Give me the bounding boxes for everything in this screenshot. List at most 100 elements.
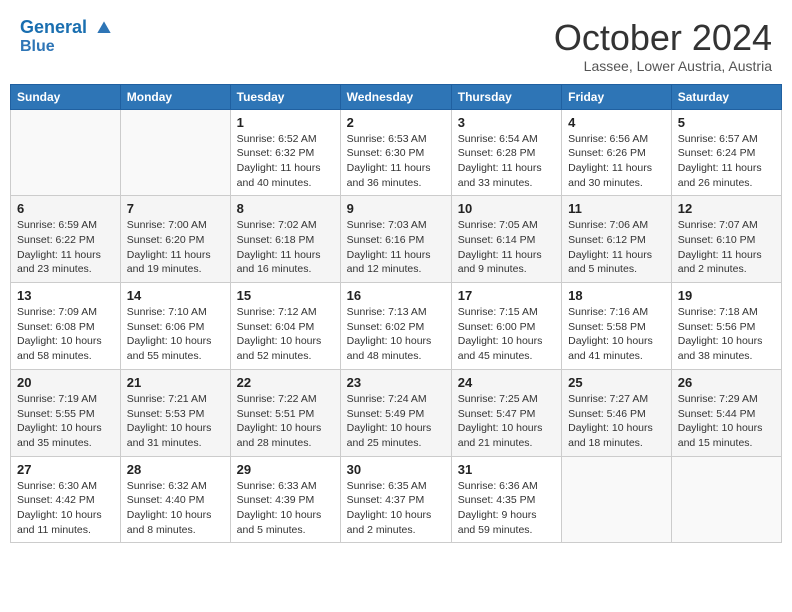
calendar-cell: 26 Sunrise: 7:29 AM Sunset: 5:44 PM Dayli… [671, 369, 781, 456]
calendar-cell: 21 Sunrise: 7:21 AM Sunset: 5:53 PM Dayli… [120, 369, 230, 456]
calendar-week-row: 27 Sunrise: 6:30 AM Sunset: 4:42 PM Dayli… [11, 456, 782, 543]
cell-info: Sunrise: 7:10 AM Sunset: 6:06 PM Dayligh… [127, 305, 224, 364]
weekday-header-cell: Friday [562, 84, 672, 109]
calendar-cell: 14 Sunrise: 7:10 AM Sunset: 6:06 PM Dayli… [120, 283, 230, 370]
day-number: 14 [127, 288, 224, 303]
day-number: 16 [347, 288, 445, 303]
cell-info: Sunrise: 7:09 AM Sunset: 6:08 PM Dayligh… [17, 305, 114, 364]
calendar-week-row: 6 Sunrise: 6:59 AM Sunset: 6:22 PM Daylig… [11, 196, 782, 283]
calendar-cell: 5Sunrise: 6:57 AM Sunset: 6:24 PM Daylig… [671, 109, 781, 196]
day-number: 22 [237, 375, 334, 390]
calendar-cell: 10Sunrise: 7:05 AM Sunset: 6:14 PM Dayli… [451, 196, 561, 283]
calendar-cell: 24Sunrise: 7:25 AM Sunset: 5:47 PM Dayli… [451, 369, 561, 456]
weekday-header-cell: Tuesday [230, 84, 340, 109]
cell-info: Sunrise: 6:53 AM Sunset: 6:30 PM Dayligh… [347, 132, 445, 191]
logo-text: General [20, 18, 114, 38]
day-number: 30 [347, 462, 445, 477]
calendar-body: 1Sunrise: 6:52 AM Sunset: 6:32 PM Daylig… [11, 109, 782, 543]
cell-info: Sunrise: 7:00 AM Sunset: 6:20 PM Dayligh… [127, 218, 224, 277]
calendar-cell: 4Sunrise: 6:56 AM Sunset: 6:26 PM Daylig… [562, 109, 672, 196]
day-number: 21 [127, 375, 224, 390]
calendar-cell [120, 109, 230, 196]
cell-info: Sunrise: 7:27 AM Sunset: 5:46 PM Dayligh… [568, 392, 665, 451]
calendar-cell: 20Sunrise: 7:19 AM Sunset: 5:55 PM Dayli… [11, 369, 121, 456]
calendar-cell: 18 Sunrise: 7:16 AM Sunset: 5:58 PM Dayli… [562, 283, 672, 370]
weekday-header-row: SundayMondayTuesdayWednesdayThursdayFrid… [11, 84, 782, 109]
calendar-cell: 29 Sunrise: 6:33 AM Sunset: 4:39 PM Dayli… [230, 456, 340, 543]
day-number: 13 [17, 288, 114, 303]
weekday-header-cell: Thursday [451, 84, 561, 109]
cell-info: Sunrise: 6:30 AM Sunset: 4:42 PM Dayligh… [17, 479, 114, 538]
calendar-cell: 9 Sunrise: 7:03 AM Sunset: 6:16 PM Daylig… [340, 196, 451, 283]
weekday-header-cell: Monday [120, 84, 230, 109]
day-number: 12 [678, 201, 775, 216]
day-number: 26 [678, 375, 775, 390]
cell-info: Sunrise: 7:16 AM Sunset: 5:58 PM Dayligh… [568, 305, 665, 364]
calendar-table: SundayMondayTuesdayWednesdayThursdayFrid… [10, 84, 782, 544]
calendar-cell: 6 Sunrise: 6:59 AM Sunset: 6:22 PM Daylig… [11, 196, 121, 283]
calendar-cell: 7 Sunrise: 7:00 AM Sunset: 6:20 PM Daylig… [120, 196, 230, 283]
weekday-header-cell: Wednesday [340, 84, 451, 109]
day-number: 3 [458, 115, 555, 130]
cell-info: Sunrise: 7:22 AM Sunset: 5:51 PM Dayligh… [237, 392, 334, 451]
calendar-cell [11, 109, 121, 196]
month-title: October 2024 [554, 18, 772, 58]
calendar-cell: 13 Sunrise: 7:09 AM Sunset: 6:08 PM Dayli… [11, 283, 121, 370]
calendar-cell [671, 456, 781, 543]
day-number: 10 [458, 201, 555, 216]
cell-info: Sunrise: 6:56 AM Sunset: 6:26 PM Dayligh… [568, 132, 665, 191]
cell-info: Sunrise: 6:36 AM Sunset: 4:35 PM Dayligh… [458, 479, 555, 538]
calendar-cell: 2 Sunrise: 6:53 AM Sunset: 6:30 PM Daylig… [340, 109, 451, 196]
day-number: 7 [127, 201, 224, 216]
calendar-cell: 28 Sunrise: 6:32 AM Sunset: 4:40 PM Dayli… [120, 456, 230, 543]
cell-info: Sunrise: 6:59 AM Sunset: 6:22 PM Dayligh… [17, 218, 114, 277]
calendar-cell: 12 Sunrise: 7:07 AM Sunset: 6:10 PM Dayli… [671, 196, 781, 283]
logo-blue: Blue [20, 38, 114, 56]
calendar-cell: 19 Sunrise: 7:18 AM Sunset: 5:56 PM Dayli… [671, 283, 781, 370]
title-block: October 2024 Lassee, Lower Austria, Aust… [554, 18, 772, 74]
calendar-cell: 30Sunrise: 6:35 AM Sunset: 4:37 PM Dayli… [340, 456, 451, 543]
day-number: 29 [237, 462, 334, 477]
day-number: 27 [17, 462, 114, 477]
location: Lassee, Lower Austria, Austria [554, 58, 772, 74]
cell-info: Sunrise: 7:13 AM Sunset: 6:02 PM Dayligh… [347, 305, 445, 364]
cell-info: Sunrise: 7:12 AM Sunset: 6:04 PM Dayligh… [237, 305, 334, 364]
day-number: 20 [17, 375, 114, 390]
day-number: 15 [237, 288, 334, 303]
calendar-cell: 17Sunrise: 7:15 AM Sunset: 6:00 PM Dayli… [451, 283, 561, 370]
cell-info: Sunrise: 7:25 AM Sunset: 5:47 PM Dayligh… [458, 392, 555, 451]
calendar-cell [562, 456, 672, 543]
logo: General Blue [20, 18, 114, 56]
day-number: 18 [568, 288, 665, 303]
calendar-week-row: 1Sunrise: 6:52 AM Sunset: 6:32 PM Daylig… [11, 109, 782, 196]
calendar-week-row: 13 Sunrise: 7:09 AM Sunset: 6:08 PM Dayli… [11, 283, 782, 370]
calendar-week-row: 20Sunrise: 7:19 AM Sunset: 5:55 PM Dayli… [11, 369, 782, 456]
weekday-header-cell: Saturday [671, 84, 781, 109]
day-number: 23 [347, 375, 445, 390]
cell-info: Sunrise: 7:29 AM Sunset: 5:44 PM Dayligh… [678, 392, 775, 451]
cell-info: Sunrise: 6:32 AM Sunset: 4:40 PM Dayligh… [127, 479, 224, 538]
cell-info: Sunrise: 7:07 AM Sunset: 6:10 PM Dayligh… [678, 218, 775, 277]
weekday-header-cell: Sunday [11, 84, 121, 109]
cell-info: Sunrise: 7:21 AM Sunset: 5:53 PM Dayligh… [127, 392, 224, 451]
calendar-cell: 11Sunrise: 7:06 AM Sunset: 6:12 PM Dayli… [562, 196, 672, 283]
day-number: 6 [17, 201, 114, 216]
day-number: 28 [127, 462, 224, 477]
day-number: 9 [347, 201, 445, 216]
cell-info: Sunrise: 7:15 AM Sunset: 6:00 PM Dayligh… [458, 305, 555, 364]
calendar-cell: 8 Sunrise: 7:02 AM Sunset: 6:18 PM Daylig… [230, 196, 340, 283]
cell-info: Sunrise: 7:06 AM Sunset: 6:12 PM Dayligh… [568, 218, 665, 277]
day-number: 2 [347, 115, 445, 130]
calendar-cell: 15 Sunrise: 7:12 AM Sunset: 6:04 PM Dayli… [230, 283, 340, 370]
day-number: 19 [678, 288, 775, 303]
cell-info: Sunrise: 7:03 AM Sunset: 6:16 PM Dayligh… [347, 218, 445, 277]
cell-info: Sunrise: 7:24 AM Sunset: 5:49 PM Dayligh… [347, 392, 445, 451]
cell-info: Sunrise: 6:33 AM Sunset: 4:39 PM Dayligh… [237, 479, 334, 538]
cell-info: Sunrise: 7:02 AM Sunset: 6:18 PM Dayligh… [237, 218, 334, 277]
cell-info: Sunrise: 7:18 AM Sunset: 5:56 PM Dayligh… [678, 305, 775, 364]
day-number: 8 [237, 201, 334, 216]
day-number: 5 [678, 115, 775, 130]
calendar-cell: 31Sunrise: 6:36 AM Sunset: 4:35 PM Dayli… [451, 456, 561, 543]
logo-icon [94, 18, 114, 38]
calendar-cell: 1Sunrise: 6:52 AM Sunset: 6:32 PM Daylig… [230, 109, 340, 196]
